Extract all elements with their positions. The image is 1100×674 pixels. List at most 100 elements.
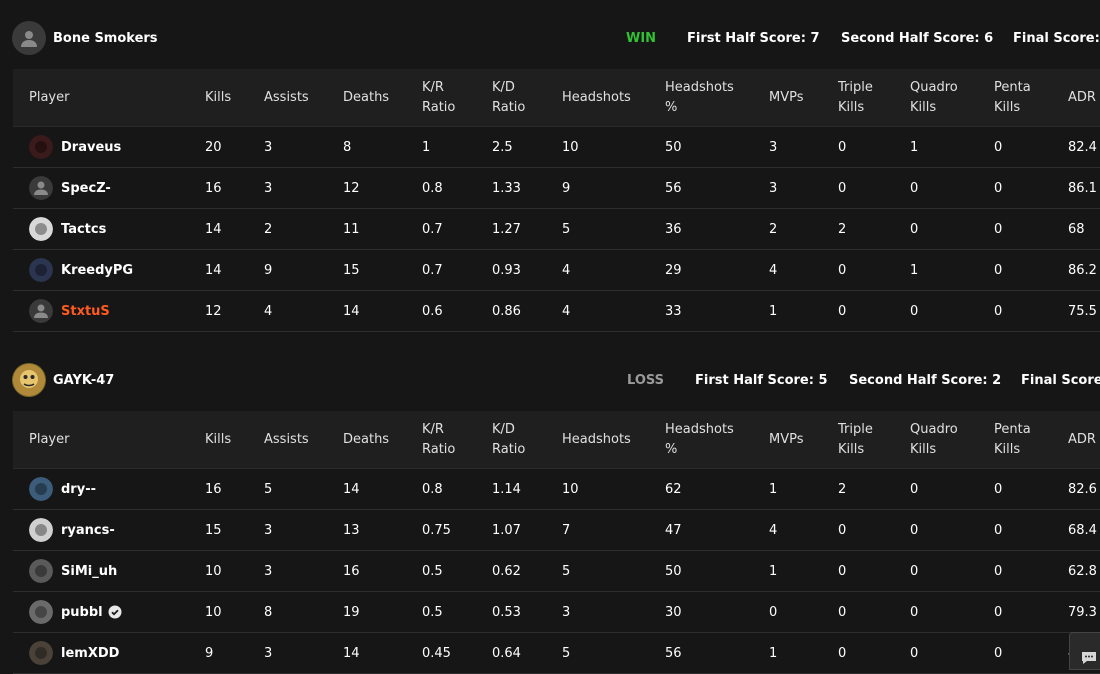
player-name[interactable]: Draveus	[61, 140, 121, 155]
player-name[interactable]: StxtuS	[61, 304, 110, 319]
column-header[interactable]: Triple Kills	[838, 69, 910, 127]
column-header[interactable]: MVPs	[769, 69, 838, 127]
penta-kills-cell: 0	[994, 249, 1068, 291]
team-name[interactable]: Bone Smokers	[53, 31, 158, 46]
player-name[interactable]: Tactcs	[61, 222, 106, 237]
player-name[interactable]: SpecZ-	[61, 181, 111, 196]
player-cell: pubbl	[13, 591, 205, 633]
column-header[interactable]: Quadro Kills	[910, 411, 994, 469]
column-header-label: Headshots	[562, 89, 631, 105]
headshots-pct-cell: 33	[665, 290, 769, 332]
avatar-icon[interactable]	[29, 477, 53, 501]
kills-cell: 9	[205, 632, 264, 674]
deaths-cell: 14	[343, 290, 422, 332]
deaths-cell: 12	[343, 167, 422, 209]
column-header-label: Kills	[838, 99, 865, 115]
column-header[interactable]: Headshots%	[665, 411, 769, 469]
headshots-pct-cell: 30	[665, 591, 769, 633]
deaths-cell: 8	[343, 126, 422, 168]
chat-icon[interactable]	[1069, 632, 1100, 670]
table-header-2: Player Kills Assists Deaths K/R Ratio K/D Ratio…	[13, 411, 1100, 469]
match-result-badge: LOSS	[627, 372, 665, 388]
quadro-kills-cell: 0	[910, 591, 994, 633]
column-header[interactable]: MVPs	[769, 411, 838, 469]
header-row: Player Kills Assists Deaths K/R Ratio K/D Ratio…	[13, 69, 1100, 127]
assists-cell: 3	[264, 632, 343, 674]
avatar-icon[interactable]	[29, 258, 53, 282]
mvps-cell: 3	[769, 167, 838, 209]
column-header-label: Kills	[994, 99, 1021, 115]
kr-ratio-cell: 0.45	[422, 632, 492, 674]
column-header-label: K/D	[492, 421, 515, 437]
deaths-cell: 15	[343, 249, 422, 291]
column-header-label: Headshots	[665, 79, 734, 95]
column-header-label: Quadro	[910, 421, 958, 437]
headshots-cell: 3	[562, 591, 665, 633]
column-header-label: Penta	[994, 421, 1031, 437]
column-header[interactable]: K/R Ratio	[422, 411, 492, 469]
column-header[interactable]: Player	[13, 411, 205, 469]
column-header[interactable]: Kills	[205, 411, 264, 469]
column-header[interactable]: K/R Ratio	[422, 69, 492, 127]
avatar-icon[interactable]	[29, 518, 53, 542]
column-header[interactable]: Penta Kills	[994, 69, 1068, 127]
column-header-label: Headshots	[562, 431, 631, 447]
column-header[interactable]: K/D Ratio	[492, 69, 562, 127]
column-header[interactable]: Headshots	[562, 411, 665, 469]
column-header-label: Deaths	[343, 431, 390, 447]
column-header[interactable]: Assists	[264, 411, 343, 469]
kd-ratio-cell: 2.5	[492, 126, 562, 168]
mvps-cell: 3	[769, 126, 838, 168]
column-header[interactable]: ADR	[1068, 69, 1100, 127]
column-header[interactable]: Triple Kills	[838, 411, 910, 469]
player-name[interactable]: pubbl	[61, 605, 103, 620]
column-header[interactable]: Kills	[205, 69, 264, 127]
column-header[interactable]: Player	[13, 69, 205, 127]
team-logo-icon[interactable]	[12, 363, 46, 397]
column-header[interactable]: Headshots%	[665, 69, 769, 127]
column-header-label: %	[665, 441, 678, 457]
team-header-2: GAYK-47 LOSS First Half Score: 5 Second …	[0, 360, 1100, 400]
player-cell: lemXDD	[13, 632, 205, 674]
avatar-icon[interactable]	[29, 217, 53, 241]
headshots-pct-cell: 50	[665, 126, 769, 168]
column-header[interactable]: ADR	[1068, 411, 1100, 469]
kd-ratio-cell: 0.86	[492, 290, 562, 332]
avatar-icon[interactable]	[29, 559, 53, 583]
column-header[interactable]: Assists	[264, 69, 343, 127]
column-header-label: Penta	[994, 79, 1031, 95]
player-name[interactable]: ryancs-	[61, 523, 115, 538]
kr-ratio-cell: 0.7	[422, 249, 492, 291]
avatar-icon[interactable]	[29, 600, 53, 624]
kd-ratio-cell: 1.33	[492, 167, 562, 209]
column-header-label: ADR	[1068, 431, 1096, 447]
player-name[interactable]: KreedyPG	[61, 263, 133, 278]
column-header[interactable]: Deaths	[343, 411, 422, 469]
avatar-icon[interactable]	[29, 641, 53, 665]
adr-cell: 68	[1068, 208, 1100, 250]
header-row: Player Kills Assists Deaths K/R Ratio K/D Ratio…	[13, 411, 1100, 469]
column-header-label: Kills	[994, 441, 1021, 457]
column-header[interactable]: K/D Ratio	[492, 411, 562, 469]
team-header-1: Bone Smokers WIN First Half Score: 7 Sec…	[0, 18, 1100, 58]
column-header-label: ADR	[1068, 89, 1096, 105]
penta-kills-cell: 0	[994, 167, 1068, 209]
default-user-icon[interactable]	[12, 21, 46, 55]
team-name[interactable]: GAYK-47	[53, 373, 114, 388]
default-user-icon[interactable]	[29, 299, 53, 323]
player-name[interactable]: lemXDD	[61, 646, 119, 661]
column-header[interactable]: Penta Kills	[994, 411, 1068, 469]
avatar-icon[interactable]	[29, 135, 53, 159]
column-header[interactable]: Deaths	[343, 69, 422, 127]
kills-cell: 16	[205, 167, 264, 209]
kd-ratio-cell: 1.14	[492, 468, 562, 510]
default-user-icon[interactable]	[29, 176, 53, 200]
player-name[interactable]: dry--	[61, 482, 96, 497]
triple-kills-cell: 0	[838, 290, 910, 332]
column-header-label: MVPs	[769, 89, 804, 105]
column-header[interactable]: Quadro Kills	[910, 69, 994, 127]
player-name[interactable]: SiMi_uh	[61, 564, 117, 579]
column-header[interactable]: Headshots	[562, 69, 665, 127]
player-cell: ryancs-	[13, 509, 205, 551]
second-half-score: Second Half Score: 2	[849, 372, 1002, 388]
